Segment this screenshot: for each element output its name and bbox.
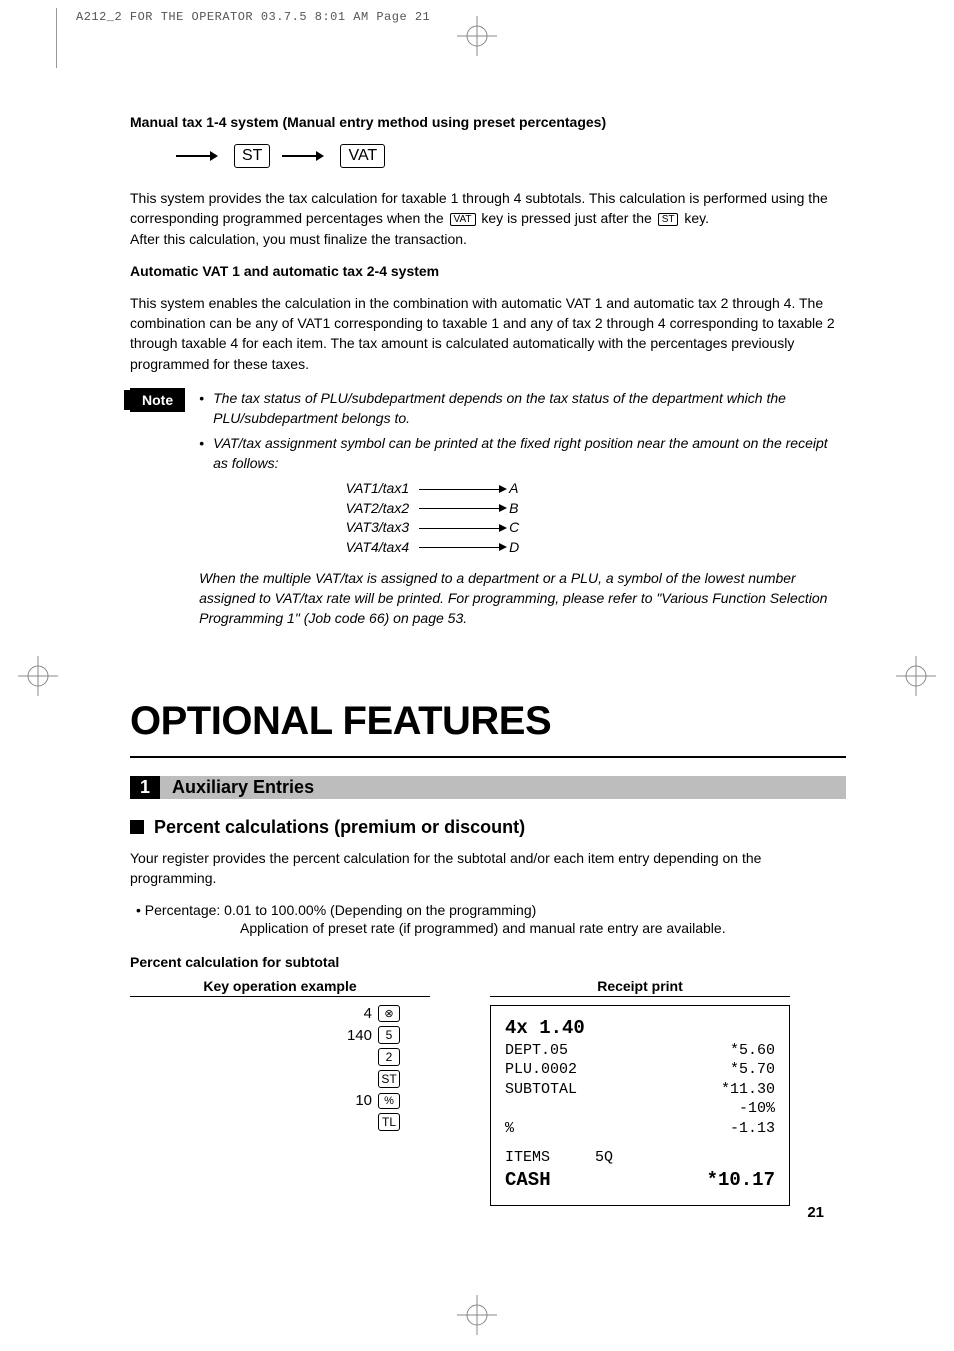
arrow-icon: [419, 547, 499, 548]
keycap-dept5: 5: [378, 1026, 400, 1044]
vat-symbol: C: [509, 518, 519, 538]
heading-manual-tax: Manual tax 1-4 system (Manual entry meth…: [130, 114, 846, 130]
heading-auto-vat: Automatic VAT 1 and automatic tax 2-4 sy…: [130, 263, 846, 279]
left-rule: [56, 8, 57, 68]
note-tail: When the multiple VAT/tax is assigned to…: [199, 568, 846, 629]
receipt-line: *10.17: [707, 1168, 775, 1193]
heading-percent-subtotal: Percent calculation for subtotal: [130, 954, 846, 970]
note-badge: Note: [130, 388, 185, 412]
key-operation-list: 4 ⊗ 140 5 2 ST 10% TL: [130, 1005, 430, 1131]
keycap-vat: VAT: [340, 144, 385, 168]
crop-mark-left: [18, 656, 58, 696]
receipt-line: SUBTOTAL: [505, 1080, 577, 1100]
receipt-line: 4x 1.40: [505, 1016, 585, 1041]
arrow-icon: [282, 155, 316, 157]
text: key is pressed just after the: [478, 210, 656, 226]
page-content: Manual tax 1-4 system (Manual entry meth…: [130, 114, 846, 1206]
keycap-multiply: ⊗: [378, 1005, 400, 1022]
receipt-column: Receipt print 4x 1.40 DEPT.05 *5.60 PLU.0…: [490, 978, 790, 1205]
arrow-icon: [176, 155, 210, 157]
vat-label: VAT4/tax4: [319, 538, 409, 558]
vat-symbol: B: [509, 499, 518, 519]
example-columns: Key operation example 4 ⊗ 140 5 2 ST 10% T…: [130, 978, 846, 1205]
column-title: Receipt print: [490, 978, 790, 997]
note-block: Note The tax status of PLU/subdepartment…: [130, 388, 846, 628]
receipt-line: -10%: [739, 1099, 775, 1119]
section-title: Auxiliary Entries: [160, 776, 846, 799]
keycap-percent: %: [378, 1093, 400, 1109]
num: 4: [336, 1005, 372, 1022]
arrow-icon: [419, 489, 499, 490]
note-item: The tax status of PLU/subdepartment depe…: [199, 388, 846, 429]
manual-tax-body: This system provides the tax calculation…: [130, 188, 846, 249]
receipt-line: *5.70: [730, 1060, 775, 1080]
inline-key-vat: VAT: [450, 213, 476, 226]
square-bullet-icon: [130, 820, 144, 834]
column-title: Key operation example: [130, 978, 430, 997]
chapter-title: OPTIONAL FEATURES: [130, 699, 846, 744]
auto-vat-body: This system enables the calculation in t…: [130, 293, 846, 374]
subheading-text: Percent calculations (premium or discoun…: [154, 817, 525, 837]
key-sequence: ST VAT: [176, 144, 846, 168]
text: After this calculation, you must finaliz…: [130, 231, 467, 247]
receipt-line: PLU.0002: [505, 1060, 577, 1080]
crop-mark-bottom: [457, 1295, 497, 1335]
keycap-dept2: 2: [378, 1048, 400, 1066]
receipt-print: 4x 1.40 DEPT.05 *5.60 PLU.0002 *5.70 SUBTO…: [490, 1005, 790, 1205]
percentage-range: • Percentage: 0.01 to 100.00% (Depending…: [136, 902, 846, 918]
vat-symbol-table: VAT1/tax1 A VAT2/tax2 B VAT3/tax3 C VAT4/ta…: [319, 479, 846, 557]
text: key.: [680, 210, 709, 226]
keycap-st: ST: [234, 144, 270, 168]
inline-key-st: ST: [658, 213, 679, 226]
arrow-icon: [419, 508, 499, 509]
percent-body: Your register provides the percent calcu…: [130, 848, 846, 889]
key-operation-column: Key operation example 4 ⊗ 140 5 2 ST 10% T…: [130, 978, 430, 1131]
crop-mark-top: [457, 16, 497, 56]
vat-label: VAT2/tax2: [319, 499, 409, 519]
receipt-line: %: [505, 1119, 514, 1139]
vat-label: VAT3/tax3: [319, 518, 409, 538]
note-body: The tax status of PLU/subdepartment depe…: [199, 388, 846, 628]
percentage-note: Application of preset rate (if programme…: [240, 920, 846, 936]
num: 10: [336, 1092, 372, 1109]
receipt-line: ITEMS 5Q: [505, 1148, 613, 1168]
vat-label: VAT1/tax1: [319, 479, 409, 499]
section-number: 1: [130, 776, 160, 799]
crop-mark-right: [896, 656, 936, 696]
subheading: Percent calculations (premium or discoun…: [130, 817, 846, 838]
num: 140: [336, 1027, 372, 1044]
film-header: A212_2 FOR THE OPERATOR 03.7.5 8:01 AM P…: [76, 10, 430, 24]
section-bar: 1 Auxiliary Entries: [130, 776, 846, 799]
keycap-st: ST: [378, 1070, 400, 1088]
vat-symbol: D: [509, 538, 519, 558]
keycap-tl: TL: [378, 1113, 400, 1131]
receipt-line: CASH: [505, 1168, 551, 1193]
note-item: VAT/tax assignment symbol can be printed…: [199, 433, 846, 474]
receipt-line: *11.30: [721, 1080, 775, 1100]
arrow-icon: [419, 528, 499, 529]
rule: [130, 756, 846, 758]
receipt-line: DEPT.05: [505, 1041, 568, 1061]
page-number: 21: [807, 1204, 824, 1221]
receipt-line: -1.13: [730, 1119, 775, 1139]
vat-symbol: A: [509, 479, 518, 499]
receipt-line: *5.60: [730, 1041, 775, 1061]
